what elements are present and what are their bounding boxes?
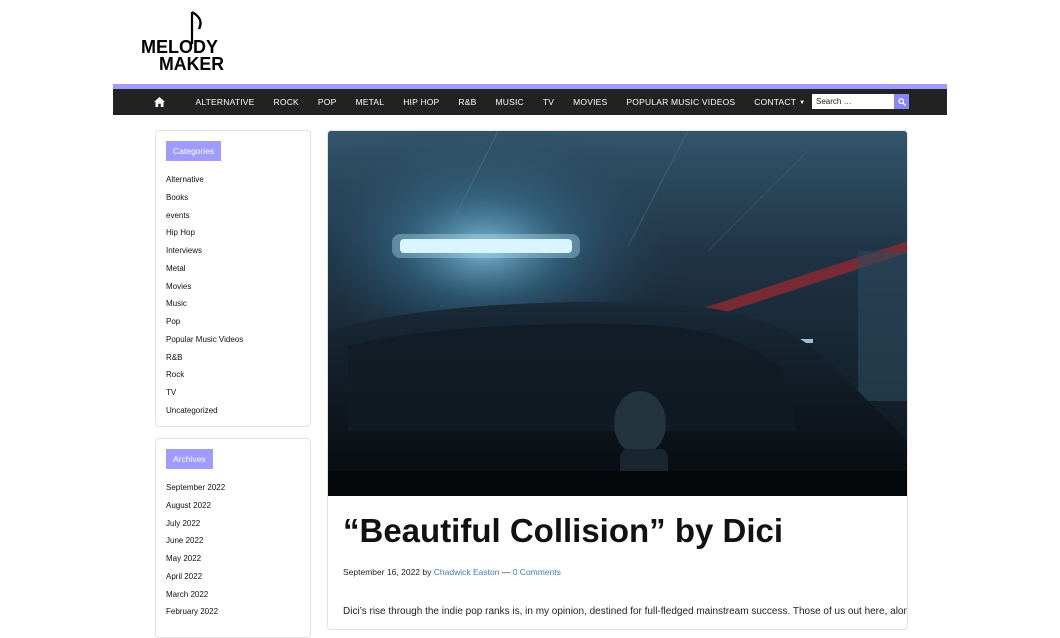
- post-date: September 16, 2022: [343, 567, 421, 577]
- nav-item-movies[interactable]: MOVIES: [564, 89, 617, 115]
- post-title[interactable]: “Beautiful Collision” by Dici: [343, 512, 783, 550]
- archive-link[interactable]: March 2022: [166, 586, 225, 604]
- nav-item-contact[interactable]: CONTACT ▼: [745, 89, 815, 115]
- category-link[interactable]: Rock: [166, 366, 243, 384]
- post-by-label: by: [422, 567, 432, 577]
- archive-link[interactable]: April 2022: [166, 568, 225, 586]
- categories-widget: Categories Alternative Books events Hip …: [155, 130, 311, 427]
- search-form: [812, 94, 909, 109]
- search-icon: [897, 97, 906, 106]
- nav-item-popular-music-videos[interactable]: POPULAR MUSIC VIDEOS: [617, 89, 745, 115]
- archives-list: September 2022 August 2022 July 2022 Jun…: [166, 479, 225, 621]
- archives-widget-title: Archives: [166, 449, 213, 469]
- categories-list: Alternative Books events Hip Hop Intervi…: [166, 171, 243, 420]
- post-meta: September 16, 2022 by Chadwick Easton — …: [343, 567, 561, 577]
- nav-item-tv[interactable]: TV: [533, 89, 563, 115]
- category-link[interactable]: events: [166, 207, 243, 225]
- post-comments-link[interactable]: 0 Comments: [513, 567, 561, 577]
- category-link[interactable]: Alternative: [166, 171, 243, 189]
- category-link[interactable]: Books: [166, 189, 243, 207]
- nav-item-alternative[interactable]: ALTERNATIVE: [186, 89, 264, 115]
- category-link[interactable]: Popular Music Videos: [166, 331, 243, 349]
- categories-widget-title: Categories: [166, 141, 222, 161]
- nav-item-pop[interactable]: POP: [308, 89, 346, 115]
- archive-link[interactable]: June 2022: [166, 532, 225, 550]
- nav-item-hip-hop[interactable]: HIP HOP: [394, 89, 449, 115]
- search-input[interactable]: [812, 94, 894, 109]
- site-logo[interactable]: MELODY MAKER: [141, 10, 231, 72]
- archive-link[interactable]: February 2022: [166, 603, 225, 621]
- featured-image[interactable]: [328, 131, 908, 496]
- category-link[interactable]: Interviews: [166, 242, 243, 260]
- archive-link[interactable]: July 2022: [166, 515, 225, 533]
- category-link[interactable]: Music: [166, 295, 243, 313]
- nav-item-rnb[interactable]: R&B: [449, 89, 486, 115]
- post-meta-separator: —: [501, 567, 511, 577]
- nav-home-button[interactable]: [140, 89, 178, 115]
- nav-item-rock[interactable]: ROCK: [264, 89, 308, 115]
- nav-item-contact-label: CONTACT: [754, 97, 797, 107]
- post-card: “Beautiful Collision” by Dici September …: [327, 130, 908, 630]
- category-link[interactable]: Pop: [166, 313, 243, 331]
- category-link[interactable]: Movies: [166, 278, 243, 296]
- category-link[interactable]: Uncategorized: [166, 402, 243, 420]
- category-link[interactable]: TV: [166, 384, 243, 402]
- archive-link[interactable]: May 2022: [166, 550, 225, 568]
- post-author-link[interactable]: Chadwick Easton: [434, 567, 500, 577]
- logo-line-2: MAKER: [159, 54, 224, 72]
- search-button[interactable]: [894, 94, 909, 109]
- archives-widget: Archives September 2022 August 2022 July…: [155, 438, 311, 638]
- main-navigation: ALTERNATIVE ROCK POP METAL HIP HOP R&B M…: [113, 89, 947, 115]
- caret-down-icon: ▼: [799, 100, 806, 106]
- category-link[interactable]: Hip Hop: [166, 224, 243, 242]
- category-link[interactable]: R&B: [166, 349, 243, 367]
- nav-item-music[interactable]: MUSIC: [486, 89, 533, 115]
- archive-link[interactable]: September 2022: [166, 479, 225, 497]
- category-link[interactable]: Metal: [166, 260, 243, 278]
- home-icon: [153, 97, 165, 107]
- archive-link[interactable]: August 2022: [166, 497, 225, 515]
- nav-item-metal[interactable]: METAL: [346, 89, 394, 115]
- post-excerpt: Dici’s rise through the indie pop ranks …: [343, 606, 908, 617]
